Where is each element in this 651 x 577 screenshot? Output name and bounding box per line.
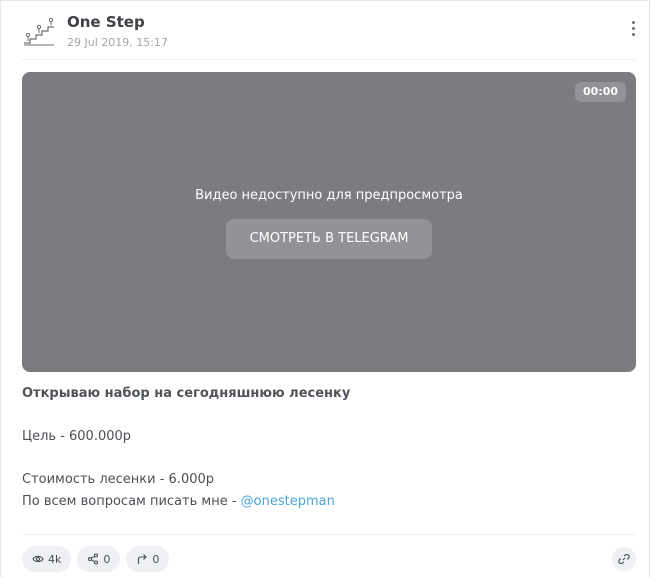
post-text: Открываю набор на сегодняшнюю лесенку Це… bbox=[22, 383, 636, 512]
eye-icon bbox=[32, 555, 44, 563]
forward-arrow-icon bbox=[138, 554, 148, 564]
channel-avatar[interactable] bbox=[22, 15, 56, 49]
views-counter[interactable]: 4k bbox=[22, 546, 72, 572]
post-text-headline: Открываю набор на сегодняшнюю лесенку bbox=[22, 386, 351, 401]
contact-username-link[interactable]: @onestepman bbox=[241, 494, 335, 509]
watch-in-telegram-button[interactable]: СМОТРЕТЬ В TELEGRAM bbox=[226, 219, 432, 259]
channel-name[interactable]: One Step bbox=[67, 13, 145, 31]
post-stats: 4k 0 0 bbox=[22, 546, 170, 572]
post-date: 29 Jul 2019, 15:17 bbox=[67, 36, 168, 49]
forwards-count: 0 bbox=[152, 552, 160, 566]
post-text-price: Стоимость лесенки - 6.000р bbox=[22, 472, 215, 487]
post-header: One Step 29 Jul 2019, 15:17 bbox=[22, 13, 636, 60]
shares-counter[interactable]: 0 bbox=[77, 546, 121, 572]
dot-icon bbox=[631, 33, 635, 36]
shares-count: 0 bbox=[103, 552, 111, 566]
dot-icon bbox=[631, 27, 635, 30]
post-text-spacer bbox=[22, 405, 636, 427]
post-text-contact-prefix: По всем вопросам писать мне - bbox=[22, 493, 241, 509]
post-card: One Step 29 Jul 2019, 15:17 00:00 Видео … bbox=[0, 0, 650, 577]
video-unavailable-message: Видео недоступно для предпросмотра bbox=[195, 188, 463, 203]
forwards-counter[interactable]: 0 bbox=[126, 546, 170, 572]
video-player[interactable]: 00:00 Видео недоступно для предпросмотра… bbox=[22, 72, 636, 372]
video-duration-badge: 00:00 bbox=[574, 82, 626, 102]
post-text-contact: По всем вопросам писать мне - @onestepma… bbox=[22, 491, 636, 513]
link-icon bbox=[618, 553, 630, 565]
post-text-goal: Цель - 600.000р bbox=[22, 429, 132, 444]
footer-divider bbox=[22, 534, 636, 535]
views-count: 4k bbox=[48, 552, 62, 566]
post-text-spacer bbox=[22, 448, 636, 470]
more-menu-button[interactable] bbox=[630, 21, 636, 39]
stairs-people-icon bbox=[24, 17, 54, 46]
share-icon bbox=[88, 553, 99, 565]
copy-link-button[interactable] bbox=[612, 547, 636, 571]
dot-icon bbox=[631, 21, 635, 24]
